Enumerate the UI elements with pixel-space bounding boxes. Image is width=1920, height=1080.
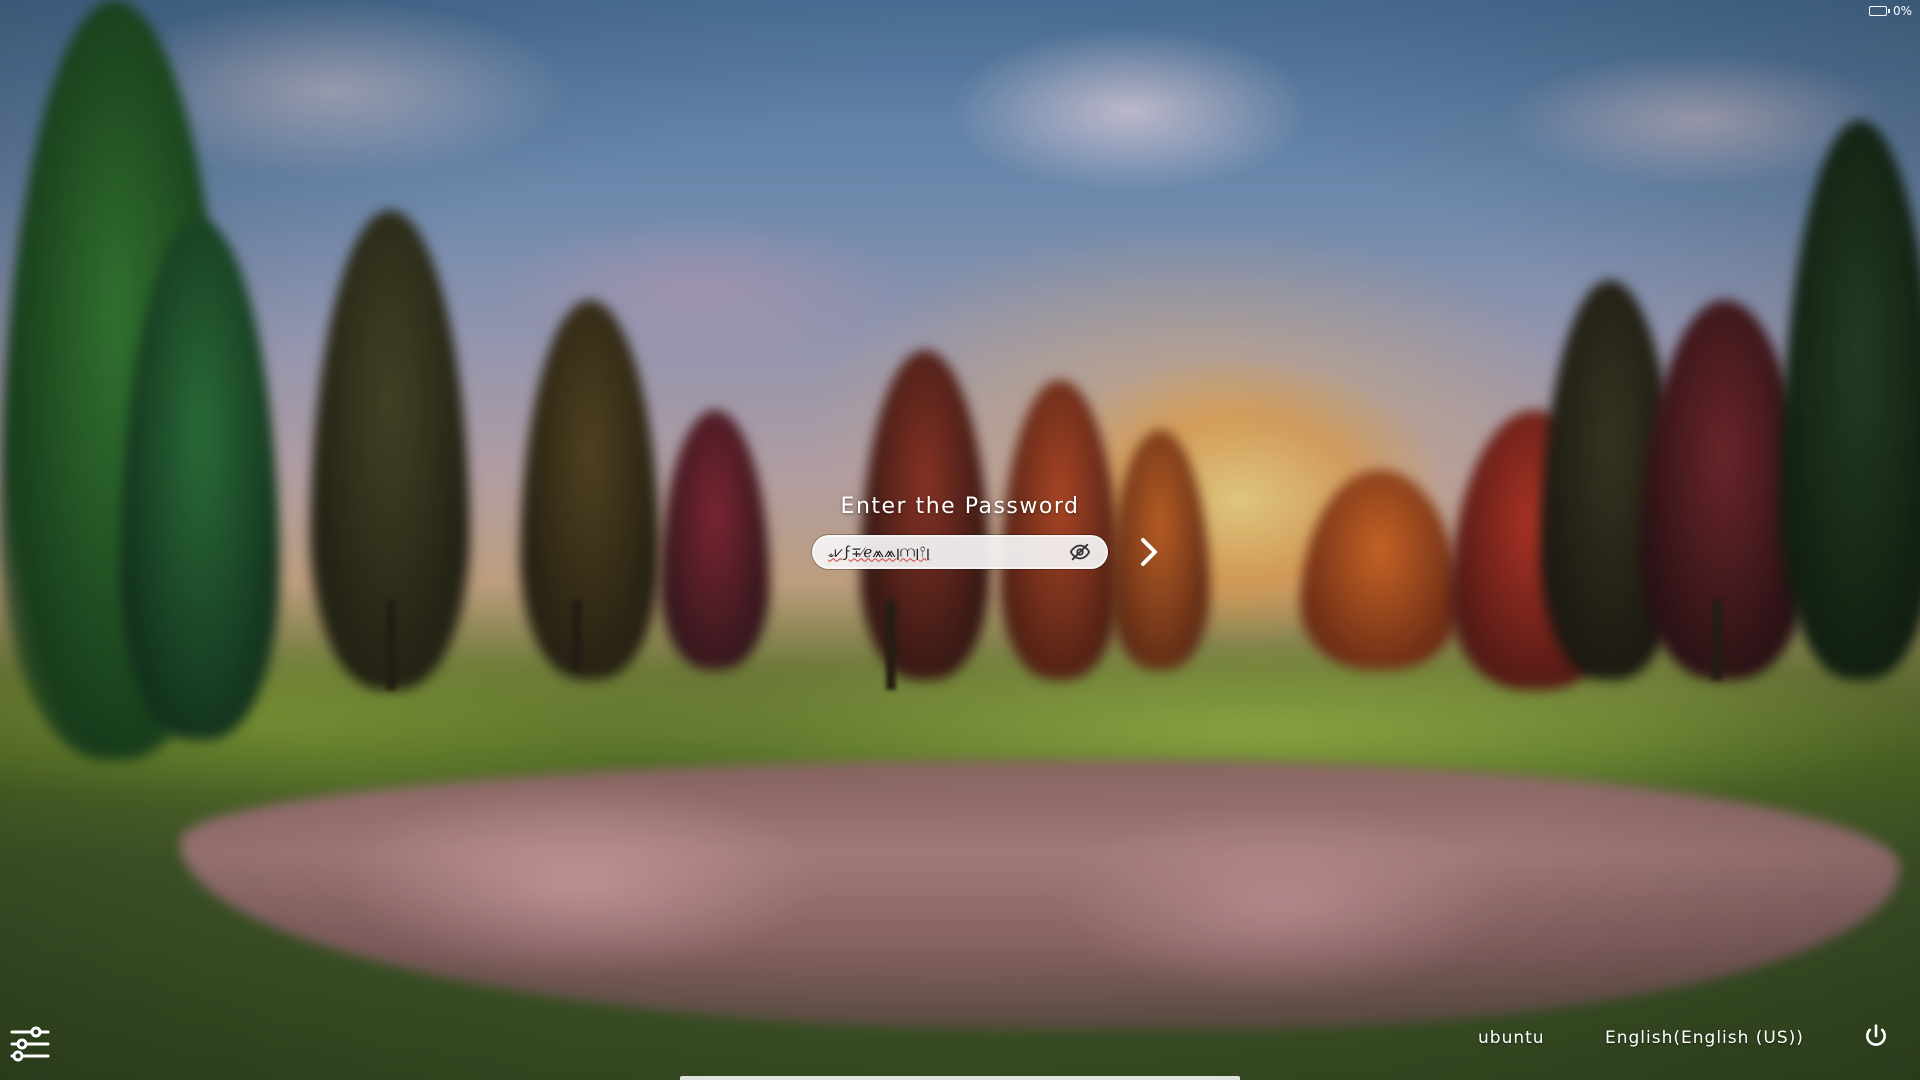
sliders-icon — [10, 1026, 50, 1062]
username-selector[interactable]: ubuntu — [1478, 1028, 1545, 1048]
password-input[interactable] — [828, 540, 1066, 564]
power-icon — [1866, 1024, 1886, 1046]
password-prompt: Enter the Password — [840, 494, 1080, 519]
login-panel: Enter the Password — [0, 494, 1920, 569]
battery-percent: 0% — [1892, 4, 1912, 18]
settings-button[interactable] — [10, 1024, 50, 1064]
bottom-strip — [680, 1076, 1240, 1080]
battery-icon — [1868, 6, 1890, 16]
battery-indicator: 0% — [1868, 4, 1912, 18]
password-row — [812, 535, 1157, 569]
password-field[interactable] — [812, 535, 1108, 569]
power-button[interactable] — [1860, 1020, 1892, 1052]
submit-button[interactable] — [1128, 531, 1170, 573]
lock-screen: 0% Enter the Password ಀ⩗ϝ∓⁄ℯ⩕⩕ꞁ⩋ꞁ⫯ꞁ ubun… — [0, 0, 1920, 1080]
chevron-right-icon — [1141, 538, 1157, 566]
language-selector[interactable]: English(English (US)) — [1605, 1028, 1804, 1048]
eye-off-icon[interactable] — [1066, 538, 1094, 566]
